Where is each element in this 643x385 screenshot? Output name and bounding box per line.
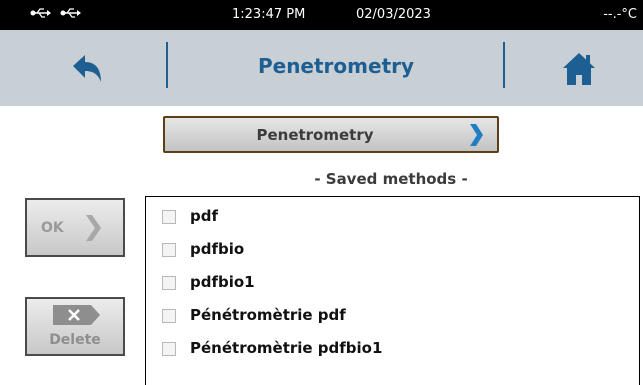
list-item-label: Pénétromètrie pdfbio1 [190,339,383,357]
chevron-right-icon [470,124,483,146]
checkbox[interactable] [162,342,176,356]
method-selector-button[interactable]: Penetrometry [163,116,499,153]
saved-methods-list[interactable]: pdf pdfbio pdfbio1 Pénétromètrie pdf Pén… [145,196,640,385]
method-selector-label: Penetrometry [256,126,374,144]
usb-icon [30,8,51,18]
ok-button[interactable]: OK [25,198,125,257]
status-time: 1:23:47 PM [232,7,306,22]
chevron-right-icon [86,215,101,241]
status-temperature: --.-°C [603,7,637,22]
list-item-label: pdfbio1 [190,273,255,291]
delete-button-label: Delete [49,332,101,348]
page-title: Penetrometry [257,54,415,78]
checkbox[interactable] [162,210,176,224]
checkbox[interactable] [162,243,176,257]
header-bar: Penetrometry [0,30,643,106]
ok-button-label: OK [41,220,64,236]
list-item-label: Pénétromètrie pdf [190,306,346,324]
back-arrow-icon[interactable] [70,52,104,86]
header-divider [503,42,505,88]
status-date: 02/03/2023 [356,7,431,22]
list-item-label: pdf [190,207,219,225]
delete-button[interactable]: Delete [25,297,125,356]
saved-methods-title: - Saved methods - [314,170,468,188]
list-item-label: pdfbio [190,240,245,258]
checkbox[interactable] [162,309,176,323]
delete-x-icon [53,305,100,325]
home-icon[interactable] [561,51,597,87]
status-bar: 1:23:47 PM 02/03/2023 --.-°C [0,0,643,30]
usb-icon [60,8,81,18]
checkbox[interactable] [162,276,176,290]
